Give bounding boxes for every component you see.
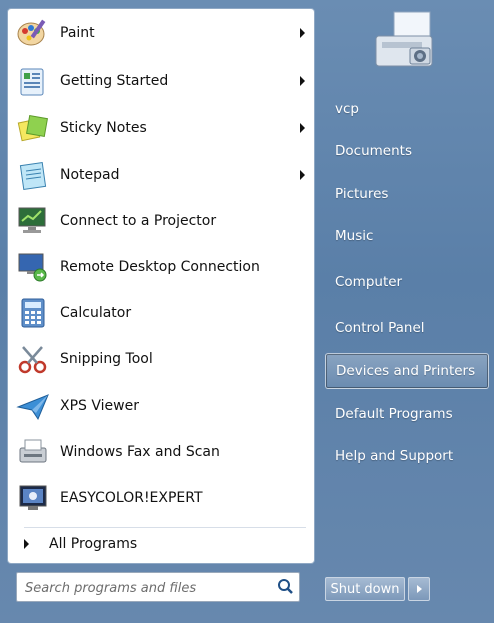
link-label: Music [335,228,374,244]
link-vcp[interactable]: vcp [325,92,489,126]
fax-icon [14,434,52,470]
separator [24,527,306,528]
program-label: Remote Desktop Connection [60,259,260,275]
program-item-connect-projector[interactable]: Connect to a Projector [14,201,308,241]
program-item-sticky-notes[interactable]: Sticky Notes [14,108,308,148]
program-label: Sticky Notes [60,120,147,136]
link-control-panel[interactable]: Control Panel [325,311,489,345]
calculator-icon [14,295,52,331]
start-menu: Paint Getting Started Sticky Notes Notep… [0,0,494,623]
notepad-icon [14,157,52,193]
paint-palette-icon [14,15,52,51]
link-pictures[interactable]: Pictures [325,177,489,211]
program-label: Getting Started [60,73,169,89]
all-programs-button[interactable]: All Programs [14,529,308,559]
program-item-xps-viewer[interactable]: XPS Viewer [14,386,308,426]
program-label: Windows Fax and Scan [60,444,220,460]
link-help-and-support[interactable]: Help and Support [325,439,489,473]
link-music[interactable]: Music [325,219,489,253]
search-box[interactable] [16,572,300,602]
monitor-icon [14,480,52,516]
program-label: EASYCOLOR!EXPERT [60,490,203,506]
all-programs-label: All Programs [49,536,138,552]
link-devices-and-printers[interactable]: Devices and Printers [325,353,489,389]
expand-arrow-icon [24,539,29,549]
link-label: Control Panel [335,320,425,336]
program-item-notepad[interactable]: Notepad [14,155,308,195]
program-item-easycolor-expert[interactable]: EASYCOLOR!EXPERT [14,478,308,518]
program-label: Paint [60,25,95,41]
program-item-remote-desktop[interactable]: Remote Desktop Connection [14,247,308,287]
program-label: XPS Viewer [60,398,139,414]
user-picture-printer-icon[interactable] [366,8,442,78]
link-label: Default Programs [335,406,453,422]
program-label: Connect to a Projector [60,213,217,229]
program-label: Snipping Tool [60,351,153,367]
scissors-icon [14,341,52,377]
programs-pane: Paint Getting Started Sticky Notes Notep… [7,8,315,564]
submenu-arrow-icon[interactable] [298,168,308,182]
program-item-calculator[interactable]: Calculator [14,293,308,333]
sticky-notes-icon [14,110,52,146]
link-label: Documents [335,143,412,159]
link-label: Computer [335,274,403,290]
link-label: Devices and Printers [336,363,476,379]
link-default-programs[interactable]: Default Programs [325,397,489,431]
remote-desktop-icon [14,249,52,285]
link-label: vcp [335,101,359,117]
projector-icon [14,203,52,239]
submenu-arrow-icon[interactable] [298,121,308,135]
program-item-getting-started[interactable]: Getting Started [14,61,308,101]
submenu-arrow-icon[interactable] [298,74,308,88]
link-label: Pictures [335,186,389,202]
link-documents[interactable]: Documents [325,134,489,168]
search-icon[interactable] [275,577,295,597]
link-label: Help and Support [335,448,454,464]
search-input[interactable] [23,577,267,599]
shutdown-label: Shut down [330,581,400,597]
program-item-fax-scan[interactable]: Windows Fax and Scan [14,432,308,472]
shutdown-button[interactable]: Shut down [325,577,405,601]
program-item-snipping-tool[interactable]: Snipping Tool [14,339,308,379]
getting-started-icon [14,63,52,99]
program-label: Notepad [60,167,120,183]
program-label: Calculator [60,305,132,321]
program-item-paint[interactable]: Paint [14,13,308,53]
paper-plane-icon [14,388,52,424]
submenu-arrow-icon[interactable] [298,26,308,40]
link-computer[interactable]: Computer [325,265,489,299]
shutdown-options-arrow-icon[interactable] [408,577,430,601]
